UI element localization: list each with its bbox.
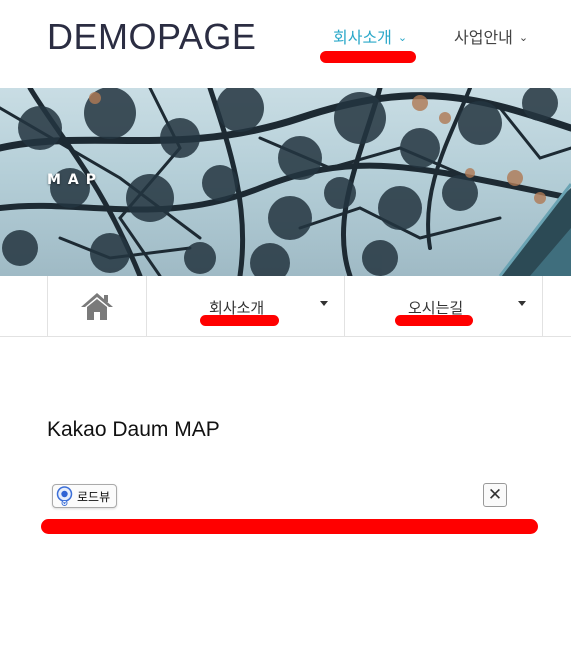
annotation-underline-subnav-directions [395, 315, 473, 326]
nav-item-label: 사업안내 [454, 28, 513, 47]
annotation-underline-map-toolbar [41, 519, 538, 534]
roadview-camera-icon [56, 486, 73, 506]
hero-title: MAP [47, 172, 104, 188]
caret-down-icon [518, 301, 526, 306]
subnav-dropdown-directions[interactable]: 오시는길 [344, 276, 543, 336]
chevron-down-icon: ⌄ [518, 30, 529, 44]
home-icon [81, 293, 113, 320]
chevron-down-icon: ⌄ [397, 30, 408, 44]
map-close-button[interactable]: ✕ [483, 483, 507, 507]
annotation-underline-subnav-company [200, 315, 279, 326]
site-logo[interactable]: DEMOPAGE [47, 16, 256, 58]
hero-banner: MAP [0, 88, 571, 276]
sub-navigation: 회사소개 오시는길 [0, 276, 571, 337]
roadview-button[interactable]: 로드뷰 [52, 484, 118, 508]
nav-item-company[interactable]: 회사소개 ⌄ [333, 24, 407, 48]
close-icon: ✕ [487, 484, 503, 505]
site-header: DEMOPAGE 회사소개 ⌄ 사업안내 ⌄ [0, 0, 571, 88]
annotation-underline-nav [320, 51, 416, 63]
map-section-title: Kakao Daum MAP [47, 418, 220, 441]
nav-item-business[interactable]: 사업안내 ⌄ [454, 24, 528, 48]
nav-item-label: 회사소개 [333, 28, 392, 47]
home-button[interactable] [47, 276, 146, 336]
roadview-label: 로드뷰 [77, 489, 111, 504]
subnav-dropdown-company[interactable]: 회사소개 [146, 276, 344, 336]
caret-down-icon [320, 301, 328, 306]
